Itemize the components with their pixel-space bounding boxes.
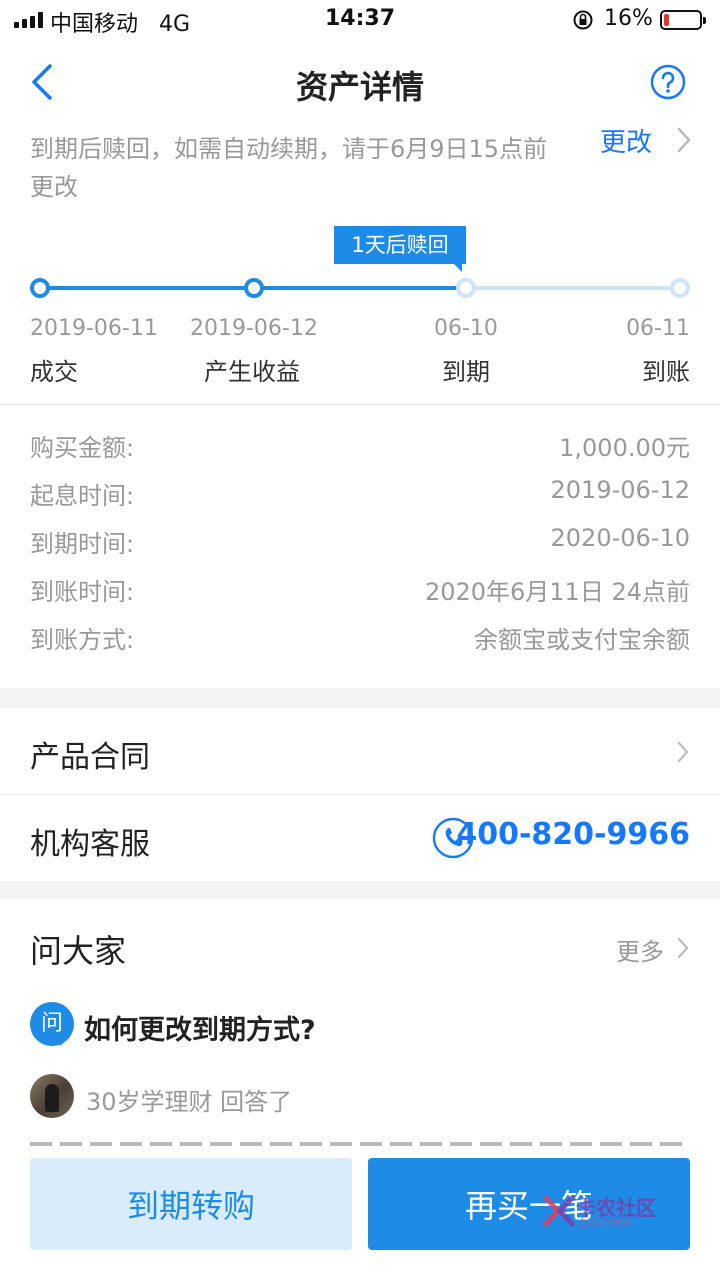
timeline-dot-arrival bbox=[670, 278, 690, 298]
timeline: 1天后赎回 2019-06-11 2019-06-12 06-10 06-11 … bbox=[0, 222, 720, 402]
timeline-date-earning: 2019-06-12 bbox=[190, 316, 318, 341]
detail-row-amount: 购买金额: 1,000.00元 bbox=[30, 418, 690, 466]
detail-key: 到账时间: bbox=[30, 578, 135, 606]
detail-key: 起息时间: bbox=[30, 482, 135, 510]
renewal-notice: 到期后赎回，如需自动续期，请于6月9日15点前更改 bbox=[30, 135, 548, 201]
chevron-right-icon[interactable] bbox=[676, 936, 690, 960]
chevron-right-icon bbox=[677, 741, 689, 763]
tooltip-tail bbox=[452, 262, 462, 272]
buy-again-button[interactable]: 再买一笔 bbox=[368, 1158, 690, 1250]
section-gap bbox=[0, 881, 720, 899]
redeem-countdown-tag: 1天后赎回 bbox=[334, 226, 466, 264]
detail-row-arrival-method: 到账方式: 余额宝或支付宝余额 bbox=[30, 610, 690, 658]
chevron-right-icon[interactable] bbox=[676, 126, 692, 154]
battery-fill bbox=[664, 14, 669, 26]
battery-icon bbox=[660, 10, 706, 30]
timeline-date-arrival: 06-11 bbox=[626, 316, 690, 341]
detail-row-maturity-date: 到期时间: 2020-06-10 bbox=[30, 514, 690, 562]
status-bar: 中国移动 4G 14:37 16% bbox=[0, 0, 720, 40]
help-icon[interactable] bbox=[650, 64, 686, 100]
answer-preview bbox=[30, 1136, 690, 1146]
institution-service-row: 机构客服 400-820-9966 bbox=[0, 795, 720, 881]
avatar bbox=[30, 1074, 74, 1118]
divider bbox=[0, 404, 720, 405]
timeline-dot-earning bbox=[244, 278, 264, 298]
detail-value: 2020年6月11日 24点前 bbox=[424, 578, 690, 606]
question-text[interactable]: 如何更改到期方式? bbox=[84, 1008, 316, 1047]
answerer-text: 30岁学理财 回答了 bbox=[86, 1088, 293, 1116]
timeline-date-trade: 2019-06-11 bbox=[30, 316, 158, 341]
change-button[interactable]: 更改 bbox=[600, 122, 652, 159]
product-contract-label: 产品合同 bbox=[30, 740, 150, 775]
timeline-label-earning: 产生收益 bbox=[204, 358, 300, 386]
timeline-dot-maturity bbox=[456, 278, 476, 298]
detail-row-arrival-time: 到账时间: 2020年6月11日 24点前 bbox=[30, 562, 690, 610]
timeline-dot-trade bbox=[30, 278, 50, 298]
question-badge-tail bbox=[60, 1036, 70, 1046]
product-contract-row[interactable]: 产品合同 bbox=[0, 708, 720, 794]
qa-more-link[interactable]: 更多 bbox=[616, 932, 664, 967]
detail-value: 1,000.00元 bbox=[559, 434, 690, 462]
qa-section-title: 问大家 bbox=[30, 932, 127, 970]
timeline-date-maturity: 06-10 bbox=[434, 316, 498, 341]
service-phone-number[interactable]: 400-820-9966 bbox=[456, 817, 690, 852]
detail-value: 余额宝或支付宝余额 bbox=[474, 626, 690, 654]
detail-key: 到账方式: bbox=[30, 626, 135, 654]
detail-key: 到期时间: bbox=[30, 530, 135, 558]
renew-on-maturity-button[interactable]: 到期转购 bbox=[30, 1158, 352, 1250]
detail-row-value-date: 起息时间: 2019-06-12 bbox=[30, 466, 690, 514]
battery-percent: 16% bbox=[604, 6, 653, 31]
detail-value: 2019-06-12 bbox=[550, 476, 690, 504]
nav-bar: 资产详情 bbox=[0, 44, 720, 120]
section-gap bbox=[0, 688, 720, 708]
page-title: 资产详情 bbox=[295, 68, 424, 106]
timeline-label-arrival: 到账 bbox=[642, 358, 690, 386]
timeline-label-trade: 成交 bbox=[30, 358, 78, 386]
timeline-label-maturity: 到期 bbox=[442, 358, 490, 386]
bottom-action-bar: 到期转购 再买一笔 卡农社区 金融在线教育 bbox=[0, 1146, 720, 1280]
rotation-lock-icon bbox=[573, 10, 593, 30]
detail-key: 购买金额: bbox=[30, 434, 135, 462]
institution-service-label: 机构客服 bbox=[30, 827, 150, 862]
timeline-progress-pending bbox=[466, 286, 680, 290]
detail-value: 2020-06-10 bbox=[550, 524, 690, 552]
